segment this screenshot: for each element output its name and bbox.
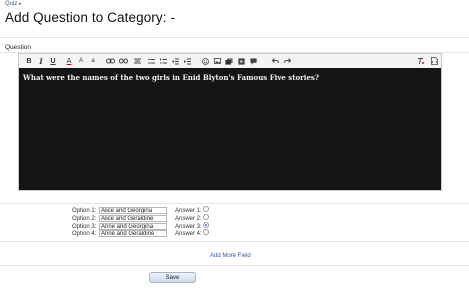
answer-label: Answer 3:	[175, 224, 202, 230]
text-size-up-icon[interactable]: A	[77, 56, 85, 66]
page-title: Add Question to Category: -	[5, 10, 176, 25]
editor-toolbar: B I U A A a	[19, 54, 441, 69]
footer-divider	[0, 265, 469, 266]
option-label: Option 3:	[72, 224, 97, 230]
answer-radio[interactable]	[203, 214, 209, 220]
options-bottom-divider	[0, 241, 469, 242]
answer-label: Answer 4:	[175, 231, 202, 237]
option-label: Option 2:	[72, 216, 97, 222]
question-text[interactable]: What were the names of the two girls in …	[23, 73, 319, 82]
undo-icon[interactable]	[271, 56, 279, 66]
indent-icon[interactable]	[183, 56, 191, 66]
options-divider	[0, 203, 469, 204]
quote-icon[interactable]	[249, 56, 257, 66]
redo-icon[interactable]	[283, 56, 291, 66]
answer-radio[interactable]	[203, 206, 209, 212]
option-input[interactable]	[99, 223, 167, 230]
answer-label: Answer 2:	[175, 216, 202, 222]
editor-content-area[interactable]: What were the names of the two girls in …	[19, 68, 441, 190]
smiley-icon[interactable]	[201, 56, 209, 66]
option-input[interactable]	[99, 215, 167, 222]
link-icon[interactable]	[105, 56, 115, 66]
gallery-icon[interactable]	[225, 56, 233, 66]
outdent-icon[interactable]	[171, 56, 179, 66]
header-divider	[0, 37, 469, 38]
underline-icon[interactable]: U	[49, 56, 57, 66]
source-mode-icon[interactable]	[430, 56, 438, 66]
option-input[interactable]	[99, 207, 167, 214]
add-more-field-link[interactable]: Add More Field	[210, 253, 251, 259]
breadcrumb-label[interactable]: Quiz	[5, 1, 17, 7]
text-color-icon[interactable]: A	[65, 56, 73, 66]
numbered-list-icon[interactable]	[159, 56, 167, 66]
breadcrumb[interactable]: Quiz ▸	[5, 1, 22, 7]
clear-formatting-icon[interactable]	[417, 56, 425, 66]
answer-radio-selected[interactable]	[203, 222, 209, 228]
text-size-down-icon[interactable]: a	[89, 56, 97, 66]
align-icon[interactable]	[133, 56, 141, 66]
bulleted-list-icon[interactable]	[147, 56, 155, 66]
option-label: Option 4:	[72, 231, 97, 237]
option-label: Option 1:	[72, 208, 97, 214]
option-input[interactable]	[99, 230, 167, 237]
bold-icon[interactable]: B	[25, 56, 33, 66]
answer-radio[interactable]	[203, 229, 209, 235]
save-button[interactable]: Save	[149, 272, 196, 283]
rich-text-editor[interactable]: B I U A A a What were the names of the t…	[18, 53, 442, 191]
breadcrumb-arrow-icon: ▸	[19, 1, 22, 7]
answer-label: Answer 1:	[175, 208, 202, 214]
image-icon[interactable]	[213, 56, 221, 66]
italic-icon[interactable]: I	[37, 56, 45, 66]
question-label: Question	[5, 44, 32, 51]
unlink-icon[interactable]	[118, 56, 128, 66]
media-icon[interactable]	[237, 56, 245, 66]
